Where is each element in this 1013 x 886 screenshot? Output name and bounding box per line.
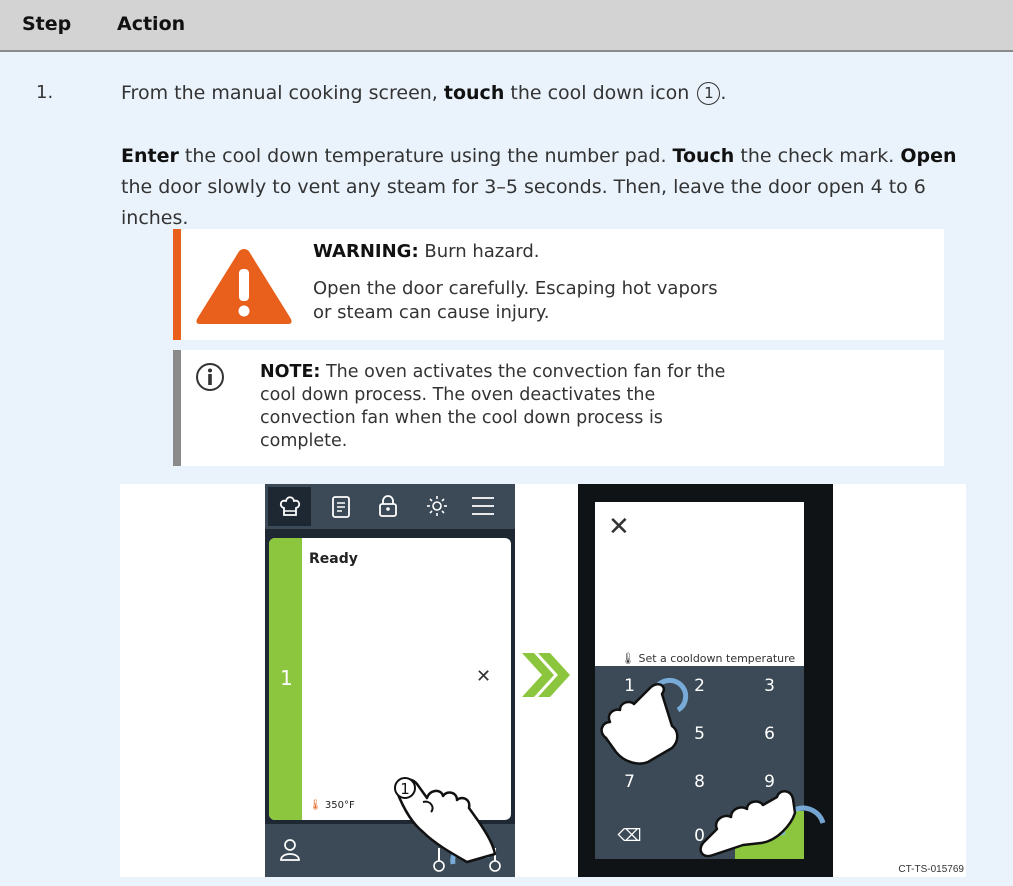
- step-number: 1.: [36, 82, 54, 103]
- warning-heading: WARNING: Burn hazard.: [313, 241, 539, 262]
- info-icon: [196, 363, 224, 391]
- double-chevron-right-icon: [522, 653, 570, 697]
- close-icon[interactable]: ✕: [608, 512, 630, 542]
- hand-pointer-icon: [600, 677, 689, 765]
- recipe-book-icon[interactable]: [331, 495, 351, 519]
- hand-pointer-icon: [699, 790, 826, 858]
- warning-box: WARNING: Burn hazard. Open the door care…: [173, 229, 944, 340]
- table-header: Step Action: [0, 0, 1013, 52]
- top-toolbar: [265, 484, 515, 529]
- thermometer-icon: 🌡: [309, 800, 322, 811]
- user-icon[interactable]: [279, 838, 301, 862]
- cooldown-keypad-screen: ✕ 🌡 Set a cooldown temperature 1 2 3 4 5…: [578, 484, 833, 877]
- callout-number-figure: 1: [400, 780, 410, 798]
- step-instruction-1: From the manual cooking screen, touch th…: [121, 80, 726, 107]
- note-box: NOTE: The oven activates the convection …: [173, 350, 944, 466]
- screens-illustration: Ready 1 ✕ 🌡 350°F 1 ✕ 🌡 Set a cooldown t…: [120, 484, 966, 877]
- cavity-temperature: 🌡 350°F: [309, 800, 355, 811]
- instruction-text: the door slowly to vent any steam for 3–…: [121, 176, 926, 229]
- cooldown-dialog: ✕ 🌡 Set a cooldown temperature: [595, 502, 804, 666]
- key-3[interactable]: 3: [735, 666, 804, 706]
- light-icon[interactable]: [425, 494, 449, 518]
- lock-icon[interactable]: [377, 494, 399, 518]
- warning-title: Burn hazard.: [418, 241, 540, 262]
- instruction-text: .: [720, 82, 727, 104]
- warning-label: WARNING:: [313, 241, 419, 262]
- hand-pointer-icon: 1: [394, 777, 497, 864]
- backspace-icon[interactable]: ⌫: [595, 816, 664, 856]
- cooking-status: Ready: [309, 551, 358, 567]
- instruction-text: the cool down icon: [504, 82, 696, 104]
- note-label: NOTE:: [260, 362, 321, 382]
- cavity-number: 1: [280, 666, 293, 690]
- temperature-value: 350°F: [324, 800, 355, 811]
- instruction-text: the check mark.: [734, 145, 901, 167]
- step-instruction-2: Enter the cool down temperature using th…: [121, 141, 981, 234]
- step-column-header: Step: [22, 13, 72, 35]
- instruction-bold: Enter: [121, 145, 179, 167]
- document-page: Step Action 1. From the manual cooking s…: [0, 0, 1013, 886]
- chef-hat-icon[interactable]: [278, 494, 302, 518]
- key-6[interactable]: 6: [735, 714, 804, 754]
- close-icon[interactable]: ✕: [476, 666, 491, 687]
- warning-triangle-icon: [196, 249, 292, 324]
- action-column-header: Action: [117, 13, 186, 35]
- instruction-bold: Touch: [672, 145, 735, 167]
- instruction-bold: touch: [443, 82, 505, 104]
- callout-number: 1: [697, 82, 721, 105]
- instruction-text: From the manual cooking screen,: [121, 82, 444, 104]
- warning-text: Open the door carefully. Escaping hot va…: [313, 278, 718, 323]
- manual-cooking-screen: Ready 1 ✕ 🌡 350°F 1: [265, 484, 515, 877]
- note-body: The oven activates the convection fan fo…: [260, 362, 726, 451]
- menu-icon[interactable]: [471, 496, 495, 516]
- instruction-bold: Open: [900, 145, 957, 167]
- note-text: NOTE: The oven activates the convection …: [260, 361, 740, 453]
- figure-code: CT-TS-015769: [898, 864, 964, 875]
- instruction-text: the cool down temperature using the numb…: [178, 145, 673, 167]
